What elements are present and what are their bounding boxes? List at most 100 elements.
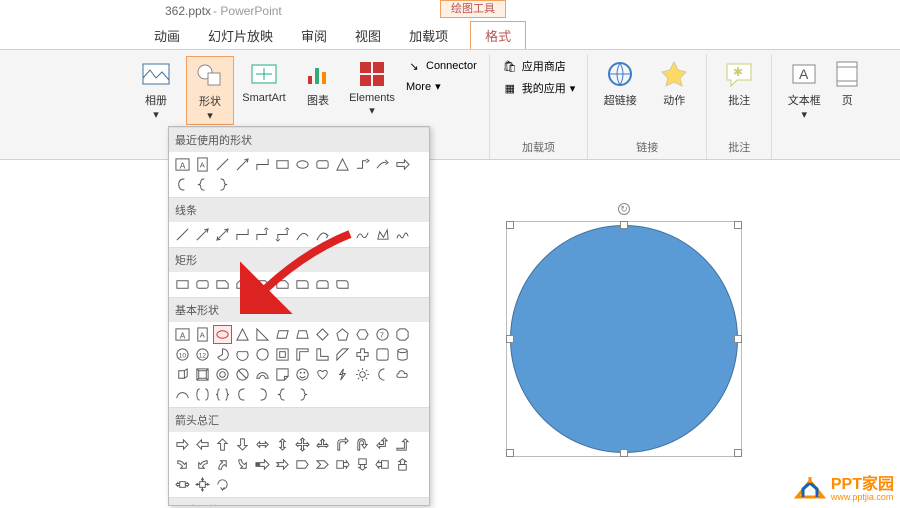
resize-handle-e[interactable] — [734, 335, 742, 343]
shape-elbow-double[interactable] — [273, 225, 292, 244]
shape-oval[interactable] — [293, 155, 312, 174]
shape-noentry[interactable] — [233, 365, 252, 384]
shape-triangle[interactable] — [233, 325, 252, 344]
shape-curve-arrow[interactable] — [313, 225, 332, 244]
shape-roundrect[interactable] — [313, 155, 332, 174]
shape-arc[interactable] — [173, 385, 192, 404]
shapes-gallery-panel[interactable]: 最近使用的形状 A A 线条 矩形 — [168, 126, 430, 506]
resize-handle-n[interactable] — [620, 221, 628, 229]
shape-vtextbox[interactable]: A — [193, 155, 212, 174]
myapps-button[interactable]: ▦ 我的应用 ▾ — [498, 78, 580, 98]
shape-arrow-leftup[interactable] — [373, 435, 392, 454]
shape-rect[interactable] — [273, 155, 292, 174]
shape-sun[interactable] — [353, 365, 372, 384]
shape-elbow-arrow[interactable] — [353, 155, 372, 174]
tab-format[interactable]: 格式 — [470, 21, 526, 49]
shape-block-arrow[interactable] — [393, 155, 412, 174]
shape-snip1[interactable] — [213, 275, 232, 294]
comment-button[interactable]: ✱ 批注 — [715, 56, 763, 110]
rotation-handle[interactable] — [618, 203, 630, 215]
resize-handle-se[interactable] — [734, 449, 742, 457]
shape-curve-double[interactable] — [333, 225, 352, 244]
shape-pie[interactable] — [213, 345, 232, 364]
shape-arrow-up[interactable] — [213, 435, 232, 454]
resize-handle-s[interactable] — [620, 449, 628, 457]
shape-round2same[interactable] — [313, 275, 332, 294]
elements-button[interactable]: Elements ▾ — [348, 56, 396, 119]
shape-arrow-curvedup[interactable] — [213, 455, 232, 474]
shape-halfframe[interactable] — [293, 345, 312, 364]
connector-button[interactable]: ↘ Connector — [402, 56, 481, 76]
textbox-button[interactable]: A 文本框 ▾ — [780, 56, 828, 123]
headerfooter-button[interactable]: 页 — [834, 56, 860, 110]
shape-callout-leftright[interactable] — [173, 475, 192, 494]
shape-bevel[interactable] — [193, 365, 212, 384]
shape-rect[interactable] — [173, 275, 192, 294]
shape-snip2same[interactable] — [233, 275, 252, 294]
shape-arrow-down[interactable] — [233, 435, 252, 454]
shape-pentagon[interactable] — [333, 325, 352, 344]
tab-review[interactable]: 审阅 — [287, 22, 341, 49]
shape-arrow-pentagon[interactable] — [293, 455, 312, 474]
shape-snip2diag[interactable] — [253, 275, 272, 294]
shape-round1[interactable] — [293, 275, 312, 294]
shape-arrow-notched[interactable] — [273, 455, 292, 474]
smartart-button[interactable]: SmartArt — [240, 56, 288, 106]
shape-curve[interactable] — [293, 225, 312, 244]
shape-callout-quad[interactable] — [193, 475, 212, 494]
shape-arrow-right[interactable] — [173, 435, 192, 454]
shape-arrow-quad[interactable] — [293, 435, 312, 454]
tab-animations[interactable]: 动画 — [140, 22, 194, 49]
shape-arrow-bent[interactable] — [333, 435, 352, 454]
shape-arrow-curvedright[interactable] — [173, 455, 192, 474]
shape-chord[interactable] — [233, 345, 252, 364]
shape-arrow-leftright[interactable] — [253, 435, 272, 454]
shape-textbox[interactable]: A — [173, 325, 192, 344]
shape-diamond[interactable] — [313, 325, 332, 344]
shape-diagstripe[interactable] — [333, 345, 352, 364]
hyperlink-button[interactable]: 超链接 — [596, 56, 644, 110]
resize-handle-sw[interactable] — [506, 449, 514, 457]
shape-smiley[interactable] — [293, 365, 312, 384]
shape-lbrace[interactable] — [273, 385, 292, 404]
shape-parallelogram[interactable] — [273, 325, 292, 344]
chart-button[interactable]: 图表 — [294, 56, 342, 110]
shape-plus[interactable] — [353, 345, 372, 364]
shape-moon[interactable] — [373, 365, 392, 384]
shape-lightning[interactable] — [333, 365, 352, 384]
shape-rbracket[interactable] — [253, 385, 272, 404]
store-button[interactable]: 🛍 应用商店 — [498, 56, 580, 76]
shape-double-arrow[interactable] — [213, 225, 232, 244]
shape-foldedcorner[interactable] — [273, 365, 292, 384]
shape-line-arrow[interactable] — [233, 155, 252, 174]
shape-arrow-curvedleft[interactable] — [193, 455, 212, 474]
shape-rbrace[interactable] — [293, 385, 312, 404]
shape-heart[interactable] — [313, 365, 332, 384]
shape-arrow-updown[interactable] — [273, 435, 292, 454]
shape-callout-left[interactable] — [373, 455, 392, 474]
shape-arrow-left[interactable] — [193, 435, 212, 454]
shape-frame[interactable] — [273, 345, 292, 364]
shape-blockarc[interactable] — [253, 365, 272, 384]
shape-round2diag[interactable] — [333, 275, 352, 294]
shape-heptagon[interactable]: 7 — [373, 325, 392, 344]
tab-slideshow[interactable]: 幻灯片放映 — [194, 22, 287, 49]
shape-line[interactable] — [173, 225, 192, 244]
shape-freeform-curve[interactable] — [353, 225, 372, 244]
shape-dodecagon[interactable]: 12 — [193, 345, 212, 364]
shape-elbow-arrow[interactable] — [253, 225, 272, 244]
shape-lbracket[interactable] — [233, 385, 252, 404]
shape-donut[interactable] — [213, 365, 232, 384]
shape-lbracket[interactable] — [173, 175, 192, 194]
selected-shape[interactable] — [510, 225, 738, 453]
shape-curved-arrow[interactable] — [373, 155, 392, 174]
shape-cloud[interactable] — [393, 365, 412, 384]
shape-arrow-striped[interactable] — [253, 455, 272, 474]
shape-rtriangle[interactable] — [253, 325, 272, 344]
album-button[interactable]: 相册 ▾ — [132, 56, 180, 123]
shape-callout-right[interactable] — [333, 455, 352, 474]
shape-arrow-bentup[interactable] — [393, 435, 412, 454]
shape-doublebrace[interactable] — [213, 385, 232, 404]
shape-oval[interactable] — [213, 325, 232, 344]
shape-decagon[interactable]: 10 — [173, 345, 192, 364]
